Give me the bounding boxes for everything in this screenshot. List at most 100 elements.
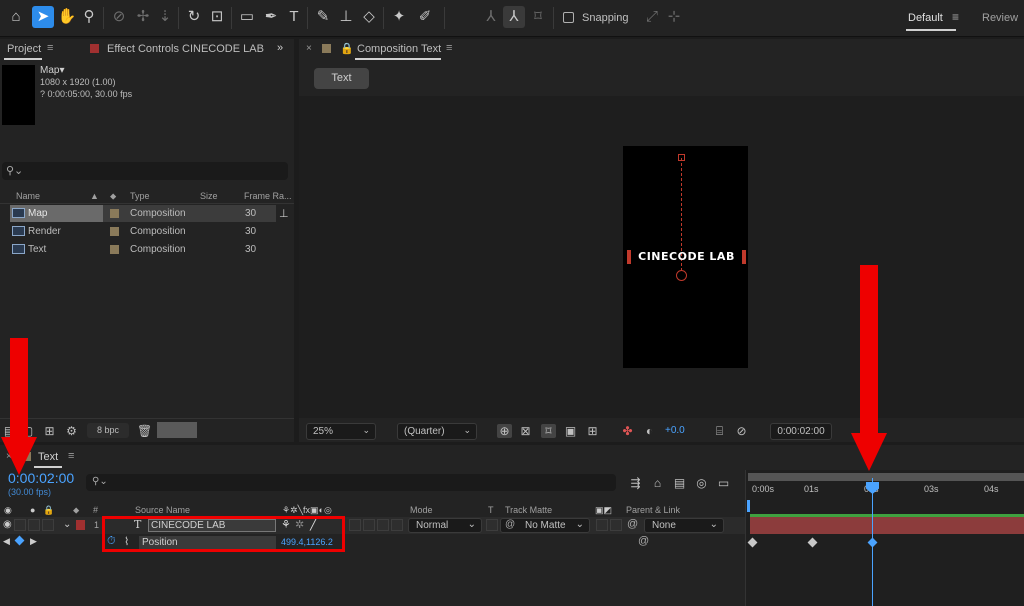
- frame-blending-icon[interactable]: ▤: [672, 476, 687, 490]
- parent-link-header[interactable]: Parent & Link: [626, 505, 680, 515]
- pick-whip-icon[interactable]: @: [505, 519, 515, 530]
- track-camera-tool-icon[interactable]: ⊡: [206, 6, 228, 28]
- track-matte-header[interactable]: Track Matte: [505, 505, 552, 515]
- comp-flowchart-icon[interactable]: ⇶: [628, 476, 643, 490]
- eraser-tool-icon[interactable]: ◇: [358, 6, 380, 28]
- trash-icon[interactable]: 🗑: [137, 424, 152, 438]
- new-composition-icon[interactable]: ⊞: [42, 424, 57, 438]
- lock-switch[interactable]: [42, 519, 54, 531]
- property-pick-whip-icon[interactable]: @: [638, 535, 649, 547]
- preserve-transparency-switch[interactable]: [486, 519, 498, 531]
- orbit-tool-icon[interactable]: ⊘: [108, 6, 130, 28]
- project-tab[interactable]: Project: [7, 43, 41, 55]
- sort-ascending-icon[interactable]: ▲: [90, 191, 99, 201]
- effects-switch[interactable]: [349, 519, 361, 531]
- composition-panel-menu-icon[interactable]: ≡: [446, 42, 452, 54]
- project-item-map[interactable]: Map Composition 30 ⊥: [0, 205, 294, 222]
- mode-header[interactable]: Mode: [410, 505, 433, 515]
- transparency-grid-icon[interactable]: ⊠: [518, 424, 533, 438]
- anchor-point[interactable]: [676, 270, 687, 281]
- snap-features-icon[interactable]: ⊹: [663, 6, 685, 28]
- graph-editor-icon[interactable]: ▭: [716, 476, 731, 490]
- label-color-swatch[interactable]: [110, 227, 119, 236]
- selected-comp-name[interactable]: Map▾: [40, 65, 64, 76]
- selection-tool-icon[interactable]: ➤: [32, 6, 54, 28]
- column-name[interactable]: Name: [16, 191, 40, 201]
- track-matte-dropdown[interactable]: @ No Matte ⌄: [500, 518, 590, 533]
- zoom-tool-icon[interactable]: ⚲: [78, 6, 100, 28]
- time-graph[interactable]: [745, 470, 1024, 606]
- comp-navigator-text-button[interactable]: Text: [314, 68, 369, 89]
- visibility-eye-icon[interactable]: ◉: [3, 519, 12, 530]
- local-axis-icon[interactable]: ⅄: [480, 6, 502, 28]
- region-of-interest-icon[interactable]: ▣: [563, 424, 578, 438]
- resolution-dropdown[interactable]: (Quarter) ⌄: [397, 423, 477, 440]
- column-frame-rate[interactable]: Frame Ra...: [244, 191, 292, 201]
- draft-3d-icon[interactable]: ⌂: [650, 476, 665, 490]
- label-tag-icon[interactable]: ⬥: [73, 505, 79, 516]
- clone-stamp-tool-icon[interactable]: ⊥: [335, 6, 357, 28]
- lock-icon[interactable]: 🔒: [340, 42, 354, 55]
- motion-path-vertex[interactable]: [678, 154, 685, 161]
- lock-column-icon[interactable]: 🔒: [43, 505, 54, 516]
- mask-visibility-icon[interactable]: ⌑: [541, 424, 556, 438]
- solo-switch[interactable]: [28, 519, 40, 531]
- canvas-text-layer[interactable]: CINECODE LAB: [628, 250, 745, 263]
- workspace-review-tab[interactable]: Review: [982, 12, 1018, 24]
- fast-previews-icon[interactable]: ⊕: [497, 424, 512, 438]
- rotate-tool-icon[interactable]: ↻: [183, 6, 205, 28]
- color-channels-icon[interactable]: ✤: [620, 424, 635, 438]
- brush-tool-icon[interactable]: ✎: [312, 6, 334, 28]
- workspace-menu-icon[interactable]: ≡: [952, 10, 959, 24]
- parent-dropdown[interactable]: None ⌄: [644, 518, 724, 533]
- project-item-text[interactable]: Text Composition 30: [0, 241, 294, 258]
- motion-blur-icon[interactable]: ◎: [694, 476, 709, 490]
- playhead-line[interactable]: [872, 478, 873, 606]
- timeline-menu-icon[interactable]: ≡: [68, 450, 74, 462]
- show-snapshot-icon[interactable]: ⊘: [734, 424, 749, 438]
- close-tab-icon[interactable]: ×: [306, 43, 312, 54]
- pan-tool-icon[interactable]: ✢: [132, 6, 154, 28]
- adjustment-switch[interactable]: [391, 519, 403, 531]
- current-time-field[interactable]: 0:00:02:00: [770, 423, 832, 440]
- solo-icon[interactable]: ●: [30, 505, 35, 515]
- source-name-header[interactable]: Source Name: [135, 505, 190, 515]
- composition-tab[interactable]: Composition Text: [357, 43, 441, 55]
- dolly-tool-icon[interactable]: ⇣: [154, 6, 176, 28]
- world-axis-icon[interactable]: ⅄: [503, 6, 525, 28]
- previous-keyframe-icon[interactable]: ◀: [3, 536, 10, 547]
- timeline-search-input[interactable]: [86, 474, 616, 491]
- label-tag-icon[interactable]: ⬥: [110, 191, 116, 202]
- project-search-input[interactable]: [2, 162, 288, 180]
- workspace-default-tab[interactable]: Default: [908, 12, 943, 24]
- next-keyframe-icon[interactable]: ▶: [30, 536, 37, 547]
- project-panel-menu-icon[interactable]: ≡: [47, 42, 53, 54]
- project-item-render[interactable]: Render Composition 30: [0, 223, 294, 240]
- reset-exposure-icon[interactable]: ◐: [642, 424, 657, 438]
- layer-duration-bar[interactable]: [750, 517, 1024, 534]
- blend-mode-dropdown[interactable]: Normal ⌄: [408, 518, 482, 533]
- label-color-swatch[interactable]: [110, 209, 119, 218]
- view-axis-icon[interactable]: ⌑: [527, 6, 549, 28]
- matte-invert-switch[interactable]: [610, 519, 622, 531]
- snapshot-camera-icon[interactable]: ⌸: [712, 424, 727, 438]
- timeline-tab[interactable]: Text: [38, 451, 58, 463]
- video-eye-icon[interactable]: ◉: [4, 505, 12, 516]
- work-area-start[interactable]: [747, 500, 750, 512]
- home-icon[interactable]: ⌂: [5, 6, 27, 28]
- snapping-checkbox[interactable]: [563, 12, 574, 23]
- parent-pick-whip-icon[interactable]: @: [627, 518, 638, 530]
- audio-switch[interactable]: [14, 519, 26, 531]
- project-settings-icon[interactable]: ⚙: [64, 424, 79, 438]
- magnification-dropdown[interactable]: 25% ⌄: [306, 423, 376, 440]
- matte-alpha-switch[interactable]: [596, 519, 608, 531]
- work-area-bar[interactable]: [748, 473, 1024, 481]
- effect-controls-tab[interactable]: Effect Controls CINECODE LAB: [107, 43, 264, 55]
- flowchart-icon[interactable]: ⊥: [279, 207, 289, 220]
- collapse-chevron-icon[interactable]: ⌄: [63, 519, 71, 530]
- roto-brush-tool-icon[interactable]: ✦: [388, 6, 410, 28]
- snap-edges-icon[interactable]: ⤢: [641, 6, 663, 28]
- layer-label-color[interactable]: [76, 520, 85, 530]
- column-size[interactable]: Size: [200, 191, 218, 201]
- hand-tool-icon[interactable]: ✋: [56, 6, 78, 28]
